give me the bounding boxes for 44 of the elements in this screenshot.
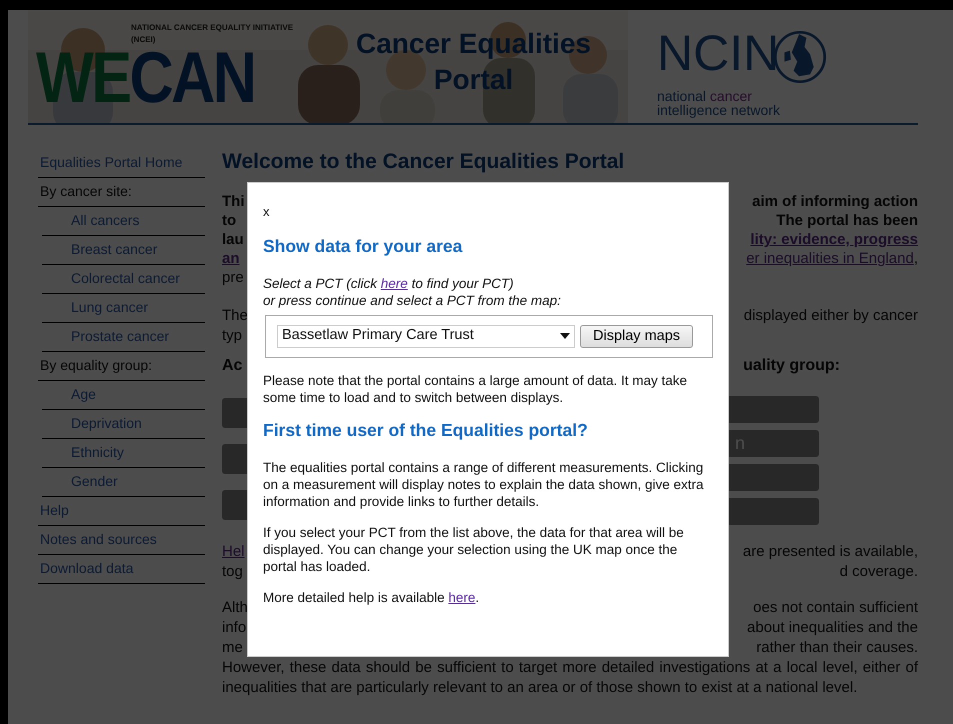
paragraph-text: If you select your PCT from the list above, the data for that area will be displayed. You can change your selection using the UK map once the portal has loaded. — [263, 524, 685, 574]
here-link[interactable]: here — [380, 276, 408, 290]
portal-title: Cancer Equalities Portal — [356, 26, 591, 96]
wecan-logo: WECAN — [36, 46, 256, 111]
text-fragment: Alth — [222, 598, 248, 618]
paragraph-text: Please note that the portal contains a large amount of data. It may take some time to load and to switch between displays. — [263, 372, 688, 406]
ncin-tagline: national cancer — [656, 88, 753, 102]
text-fragment: displayed either by cancer — [744, 306, 918, 326]
paragraph-text: The equalities portal contains a range of different measurements. Clicking on a measurement will display notes to explain the data shown, give extra information and provide links to further details. — [263, 458, 704, 510]
text-fragment: are presented is available, — [742, 542, 918, 562]
here-link[interactable]: here — [448, 590, 476, 604]
text-fragment: oes not contain sufficient — [753, 598, 918, 618]
text-fragment: tog — [222, 562, 243, 582]
text-fragment: to — [222, 211, 236, 230]
paragraph-text: However, these data should be sufficient to target more detailed investigations at a local level, either of inequalities that are particularly relevant to an area or of those shown to exist at a national level. — [222, 658, 918, 698]
text-fragment: lau — [222, 230, 244, 250]
tagline-text: NATIONAL CANCER EQUALITY INITIATIVE (NCEI) — [131, 22, 294, 46]
dialog-title: Show data for your area — [263, 236, 464, 256]
display-maps-button[interactable]: Display maps — [580, 324, 694, 348]
text-link[interactable]: lity: evidence, progress — [750, 230, 918, 250]
ncin-tagline: intelligence network — [656, 102, 781, 116]
dialog-subtitle: First time user of the Equalities portal? — [263, 420, 589, 440]
text-fragment: typ — [222, 326, 242, 346]
page-heading: Welcome to the Cancer Equalities Portal — [222, 149, 626, 174]
text-fragment: info — [222, 618, 246, 638]
caret-icon — [560, 333, 570, 339]
text-fragment: d coverage. — [840, 562, 918, 582]
section-heading: uality group: — [743, 356, 840, 376]
paragraph-text: Select a PCT (click here to find your PCT) — [263, 274, 515, 292]
text-fragment: Thi — [222, 192, 244, 212]
text-fragment: me — [222, 638, 243, 658]
ncin-logo: NCIN — [656, 28, 780, 78]
paragraph-text: or press continue and select a PCT from the map: — [263, 292, 562, 308]
pct-dropdown[interactable]: Bassetlaw Primary Care Trust — [277, 324, 575, 348]
text-fragment: rather than their causes. — [756, 638, 918, 658]
close-button[interactable]: x — [263, 202, 270, 222]
text-link[interactable]: er inequalities in England, — [746, 249, 918, 268]
text-fragment: The portal has been — [776, 211, 918, 230]
text-fragment: about inequalities and the — [747, 618, 918, 638]
text-fragment: aim of informing action — [752, 192, 918, 212]
text-fragment: The — [222, 306, 248, 326]
text-fragment: pre — [222, 268, 244, 288]
section-heading: Ac — [222, 356, 242, 376]
paragraph-text: More detailed help is available here. — [263, 588, 480, 606]
